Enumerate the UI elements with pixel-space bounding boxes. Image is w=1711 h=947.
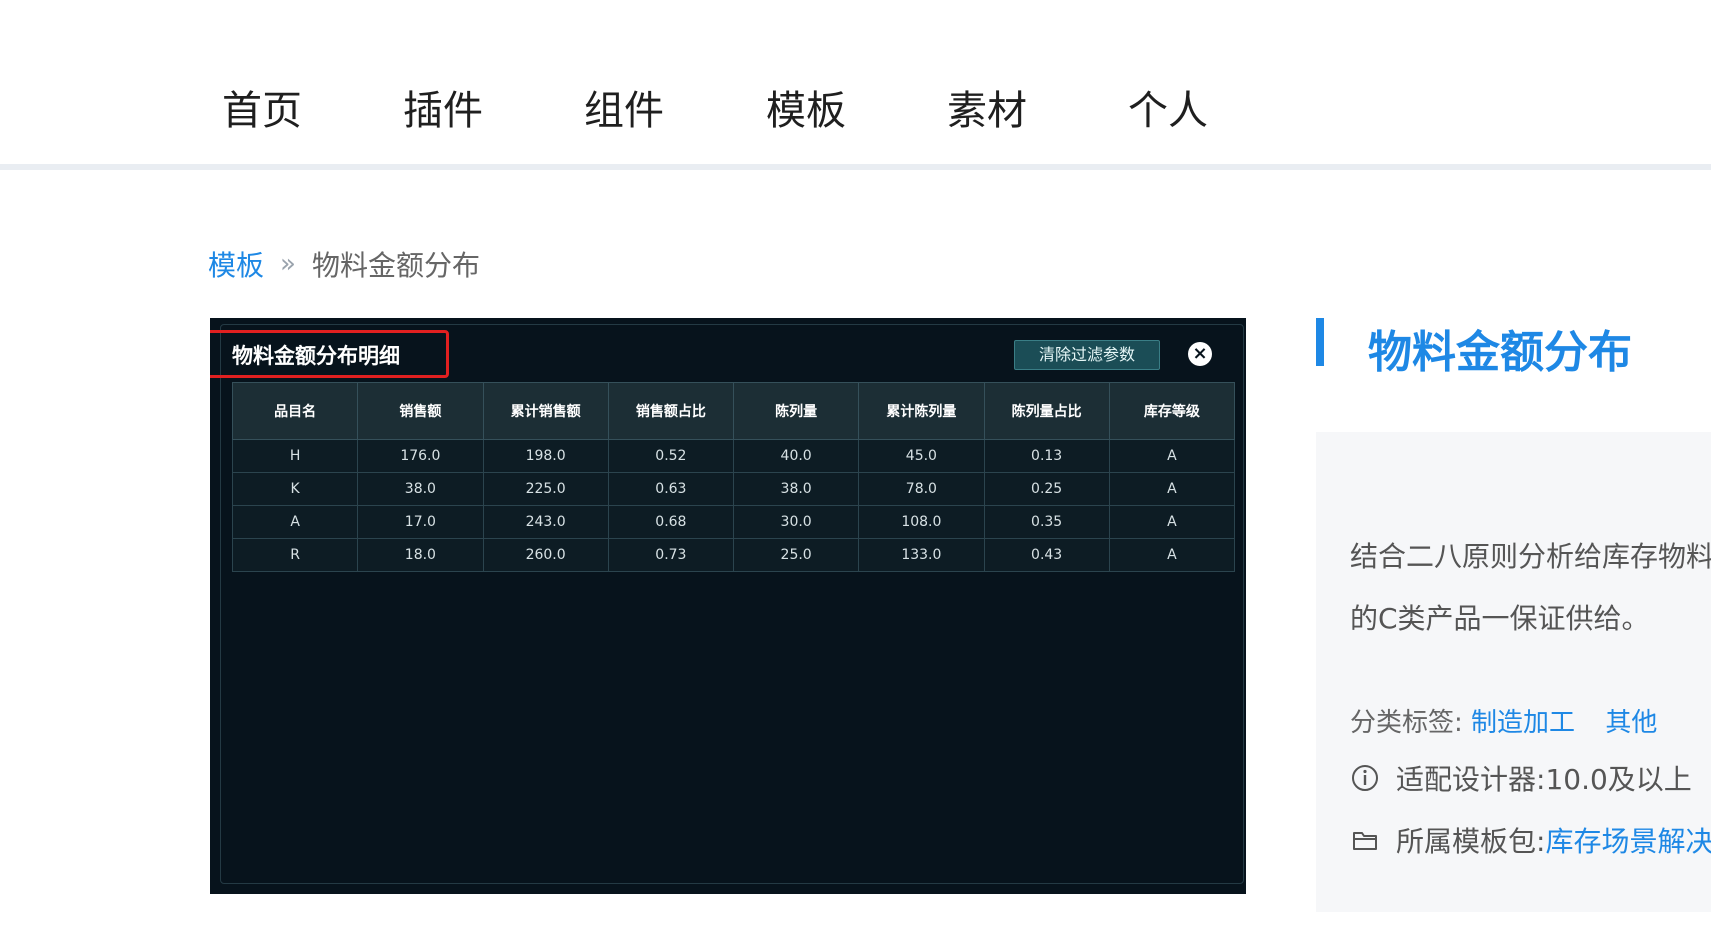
table-cell: 0.73 xyxy=(607,538,735,572)
table-cell: 243.0 xyxy=(482,505,609,539)
breadcrumb-templates-link[interactable]: 模板 xyxy=(208,244,264,284)
table-cell: 0.35 xyxy=(983,505,1110,539)
column-header: 销售额占比 xyxy=(607,382,735,440)
table-cell: K xyxy=(231,472,359,506)
template-info-panel: 结合二八原则分析给库存物料值的C类产品一保证供给。 分类标签: 制造加工 其他 … xyxy=(1316,432,1711,912)
panel-title: 物料金额分布明细 xyxy=(232,344,400,368)
tag-link[interactable]: 制造加工 xyxy=(1471,708,1575,738)
category-tags: 分类标签: 制造加工 其他 xyxy=(1350,702,1679,739)
table-cell: 108.0 xyxy=(858,505,985,539)
nav-item-home[interactable]: 首页 xyxy=(222,78,302,136)
title-accent-bar xyxy=(1316,318,1324,366)
template-package-link[interactable]: 库存场景解决 xyxy=(1545,820,1711,860)
package-label: 所属模板包: xyxy=(1396,825,1546,858)
column-header: 陈列量占比 xyxy=(983,382,1110,440)
table-cell: A xyxy=(1108,472,1236,506)
template-package-row: 所属模板包: 库存场景解决 xyxy=(1350,820,1711,860)
table-cell: 0.63 xyxy=(607,472,735,506)
designer-value: 10.0及以上 xyxy=(1545,763,1692,796)
table-cell: 38.0 xyxy=(732,472,860,506)
table-cell: 25.0 xyxy=(732,538,860,572)
breadcrumb: 模板 » 物料金额分布 xyxy=(208,244,480,284)
column-header: 陈列量 xyxy=(732,382,860,440)
column-header: 销售额 xyxy=(357,382,484,440)
nav-item-templates[interactable]: 模板 xyxy=(766,78,846,136)
template-title: 物料金额分布 xyxy=(1368,327,1632,378)
table-cell: 0.68 xyxy=(607,505,735,539)
table-cell: A xyxy=(1108,538,1236,572)
nav-item-materials[interactable]: 素材 xyxy=(947,78,1027,136)
table-cell: 30.0 xyxy=(732,505,860,539)
table-cell: 40.0 xyxy=(732,439,860,473)
breadcrumb-separator: » xyxy=(280,249,296,279)
column-header: 品目名 xyxy=(231,382,359,440)
table-cell: 260.0 xyxy=(482,538,609,572)
top-bar-cropped xyxy=(0,0,1711,10)
table-cell: A xyxy=(1108,505,1236,539)
tags-label: 分类标签: xyxy=(1350,708,1463,738)
column-header: 累计陈列量 xyxy=(858,382,985,440)
table-cell: 0.43 xyxy=(983,538,1110,572)
table-row: K 38.0 225.0 0.63 38.0 78.0 0.25 A xyxy=(231,472,1236,506)
table-cell: 78.0 xyxy=(858,472,985,506)
table-cell: 0.13 xyxy=(983,439,1110,473)
template-preview-image: 物料金额分布明细 清除过滤参数 × 品目名 销售额 累计销售额 销售额占比 陈列… xyxy=(210,318,1246,894)
table-row: A 17.0 243.0 0.68 30.0 108.0 0.35 A xyxy=(231,505,1236,539)
main-nav: 首页 插件 组件 模板 素材 个人 xyxy=(0,60,1711,170)
nav-item-personal[interactable]: 个人 xyxy=(1128,78,1208,136)
table-cell: 176.0 xyxy=(357,439,484,473)
designer-version-row: 适配设计器: 10.0及以上 xyxy=(1350,758,1692,798)
breadcrumb-current: 物料金额分布 xyxy=(311,249,480,282)
table-cell: 198.0 xyxy=(482,439,609,473)
table-cell: 225.0 xyxy=(482,472,609,506)
template-description: 结合二八原则分析给库存物料值的C类产品一保证供给。 xyxy=(1350,540,1711,635)
table-cell: 0.52 xyxy=(607,439,735,473)
table-cell: A xyxy=(231,505,359,539)
table-cell: 133.0 xyxy=(858,538,985,572)
table-row: H 176.0 198.0 0.52 40.0 45.0 0.13 A xyxy=(231,439,1236,473)
clear-filter-button[interactable]: 清除过滤参数 xyxy=(1014,340,1160,370)
tag-link[interactable]: 其他 xyxy=(1605,708,1657,738)
detail-table: 品目名 销售额 累计销售额 销售额占比 陈列量 累计陈列量 陈列量占比 库存等级… xyxy=(231,382,1236,572)
column-header: 库存等级 xyxy=(1108,382,1236,440)
nav-item-plugins[interactable]: 插件 xyxy=(403,78,483,136)
info-icon xyxy=(1352,765,1378,791)
table-cell: 17.0 xyxy=(357,505,484,539)
table-cell: 18.0 xyxy=(357,538,484,572)
table-cell: H xyxy=(231,439,359,473)
folder-icon xyxy=(1353,832,1377,850)
table-cell: A xyxy=(1108,439,1236,473)
nav-item-components[interactable]: 组件 xyxy=(584,78,664,136)
table-cell: 0.25 xyxy=(983,472,1110,506)
table-header-row: 品目名 销售额 累计销售额 销售额占比 陈列量 累计陈列量 陈列量占比 库存等级 xyxy=(231,382,1236,440)
table-cell: 38.0 xyxy=(357,472,484,506)
designer-label: 适配设计器: xyxy=(1396,763,1546,796)
close-icon[interactable]: × xyxy=(1188,342,1212,366)
column-header: 累计销售额 xyxy=(482,382,609,440)
table-cell: 45.0 xyxy=(858,439,985,473)
table-cell: R xyxy=(231,538,359,572)
table-row: R 18.0 260.0 0.73 25.0 133.0 0.43 A xyxy=(231,538,1236,572)
